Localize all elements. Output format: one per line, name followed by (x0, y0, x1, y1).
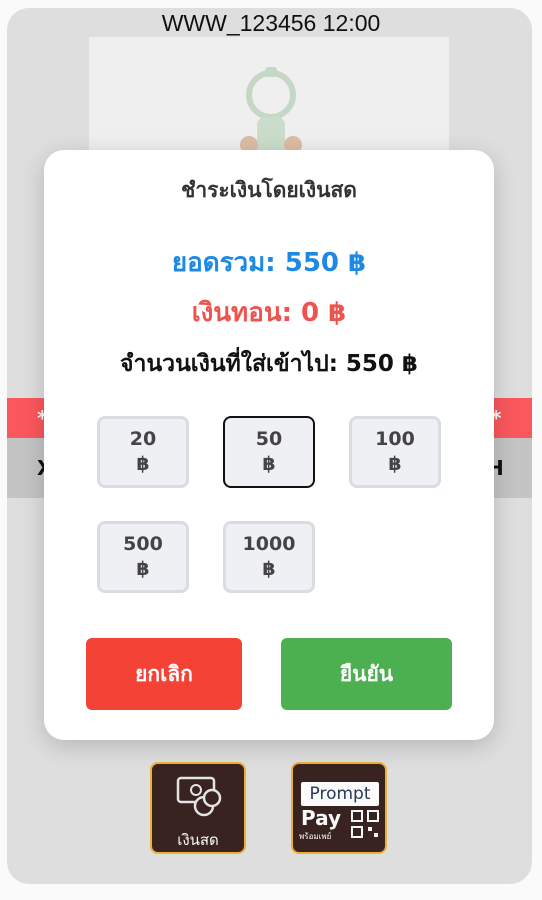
denomination-value: 50 (255, 428, 283, 450)
denomination-20-button[interactable]: 20 ฿ (97, 416, 189, 488)
inserted-amount: จำนวนเงินที่ใส่เข้าไป: 550 ฿ (120, 351, 418, 377)
denomination-value: 100 (375, 428, 415, 450)
denomination-1000-button[interactable]: 1000 ฿ (223, 521, 315, 593)
confirm-button[interactable]: ยืนยัน (281, 638, 452, 710)
baht-symbol: ฿ (388, 453, 402, 475)
cash-payment-dialog: ชำระเงินโดยเงินสด ยอดรวม: 550 ฿ เงินทอน:… (44, 150, 494, 740)
denomination-100-button[interactable]: 100 ฿ (349, 416, 441, 488)
denomination-50-button[interactable]: 50 ฿ (223, 416, 315, 488)
denomination-500-button[interactable]: 500 ฿ (97, 521, 189, 593)
denomination-value: 20 (129, 428, 157, 450)
baht-symbol: ฿ (136, 453, 150, 475)
change-amount: เงินทอน: 0 ฿ (191, 298, 347, 328)
baht-symbol: ฿ (136, 558, 150, 580)
total-amount: ยอดรวม: 550 ฿ (171, 248, 367, 278)
cancel-button[interactable]: ยกเลิก (86, 638, 242, 710)
dialog-title: ชำระเงินโดยเงินสด (181, 178, 357, 202)
baht-symbol: ฿ (262, 453, 276, 475)
baht-symbol: ฿ (262, 558, 276, 580)
denomination-value: 1000 (242, 533, 296, 555)
denomination-value: 500 (123, 533, 163, 555)
